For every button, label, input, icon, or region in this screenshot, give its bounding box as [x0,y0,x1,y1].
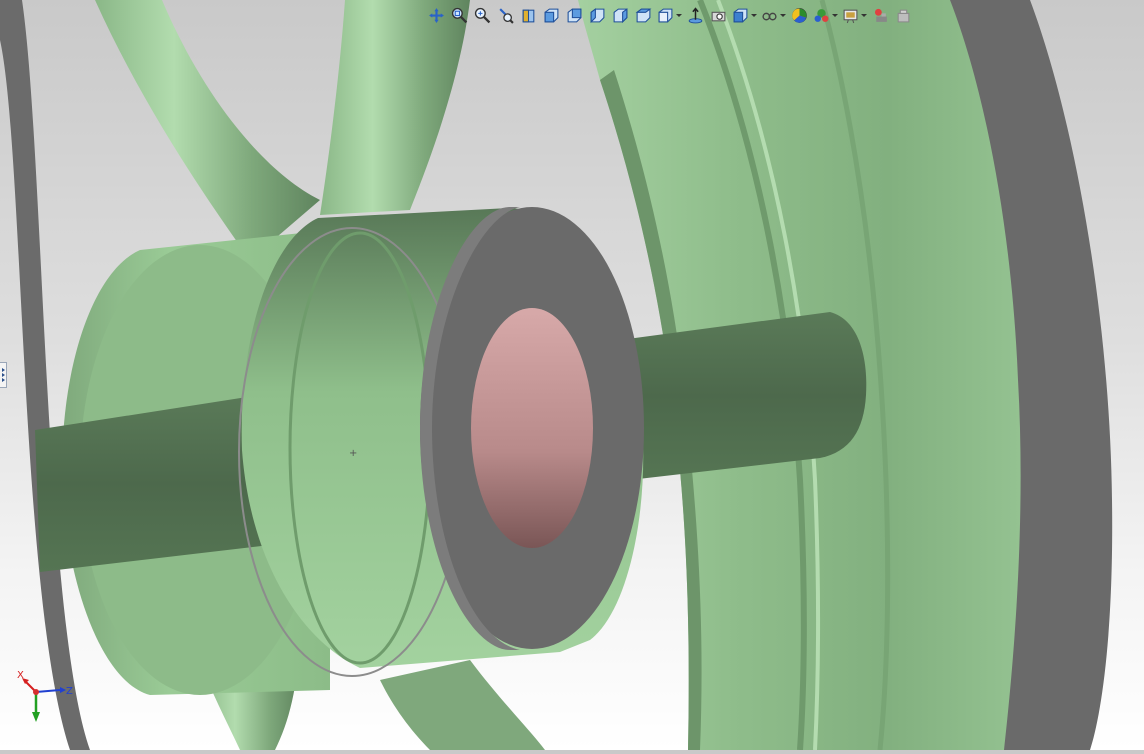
view-settings-button[interactable] [841,5,868,25]
section-view-icon [522,9,535,22]
edit-appearance-icon [792,7,807,23]
triad-z-axis [35,689,61,693]
model-canvas[interactable]: + [0,0,1144,751]
chevron-down-icon [861,13,867,17]
display-pane-icon [711,11,726,21]
zoom-to-area-button[interactable] [449,5,470,25]
panel-expand-handle[interactable] [0,362,7,388]
previous-view-button[interactable] [495,5,516,25]
chevron-down-icon [780,13,786,17]
view-back-icon [567,8,582,22]
shaft-right [620,312,867,480]
zoom-to-fit-button[interactable] [472,5,493,25]
view-front-icon [544,8,559,22]
display-style-icon [733,8,748,22]
origin-marker: + [349,448,357,459]
pan-button[interactable] [426,5,447,25]
view-top-button[interactable] [633,5,654,25]
view-right-icon [613,7,628,23]
view-orientation-icon [658,8,673,22]
expand-arrow-icon [1,378,5,382]
hub-bore [471,308,593,548]
triad-z-label: Z [66,686,73,697]
view-left-button[interactable] [587,5,608,25]
chevron-down-icon [832,13,838,17]
normal-to-icon [688,6,703,23]
view-front-button[interactable] [541,5,562,25]
section-view-button[interactable] [518,5,539,25]
photoview-button[interactable] [893,5,914,25]
chevron-down-icon [676,13,682,17]
view-right-button[interactable] [610,5,631,25]
spoke-upper-left [95,0,320,260]
photoview-icon [897,9,910,22]
display-pane-button[interactable] [708,5,729,25]
display-style-button[interactable] [731,5,758,25]
triad-origin [33,689,39,695]
hide-show-items-button[interactable] [760,5,787,25]
chevron-down-icon [751,13,757,17]
view-left-icon [590,7,605,23]
triad-y-arrow-icon [32,712,40,722]
apply-scene-icon [814,8,829,22]
expand-arrow-icon [1,368,5,372]
previous-view-icon [499,7,514,24]
triad-x-label: X [17,670,24,681]
heads-up-view-toolbar [426,4,914,26]
view-orientation-button[interactable] [656,5,683,25]
edit-appearance-button[interactable] [789,5,810,25]
apply-scene-button[interactable] [812,5,839,25]
zoom-to-fit-icon [474,7,491,23]
zoom-to-area-icon [451,7,468,23]
graphics-viewport[interactable]: + [0,0,1144,751]
view-settings-icon [843,9,858,23]
spoke-upper-right [320,0,470,215]
render-tools-button[interactable] [870,5,891,25]
view-back-button[interactable] [564,5,585,25]
render-tools-icon [874,8,887,22]
spoke-lower-right [380,660,545,750]
expand-arrow-icon [1,373,5,377]
reference-triad: X Z [17,670,73,722]
view-top-icon [635,8,652,22]
pan-icon [429,7,444,23]
hide-show-items-icon [762,12,777,20]
normal-to-button[interactable] [685,5,706,25]
